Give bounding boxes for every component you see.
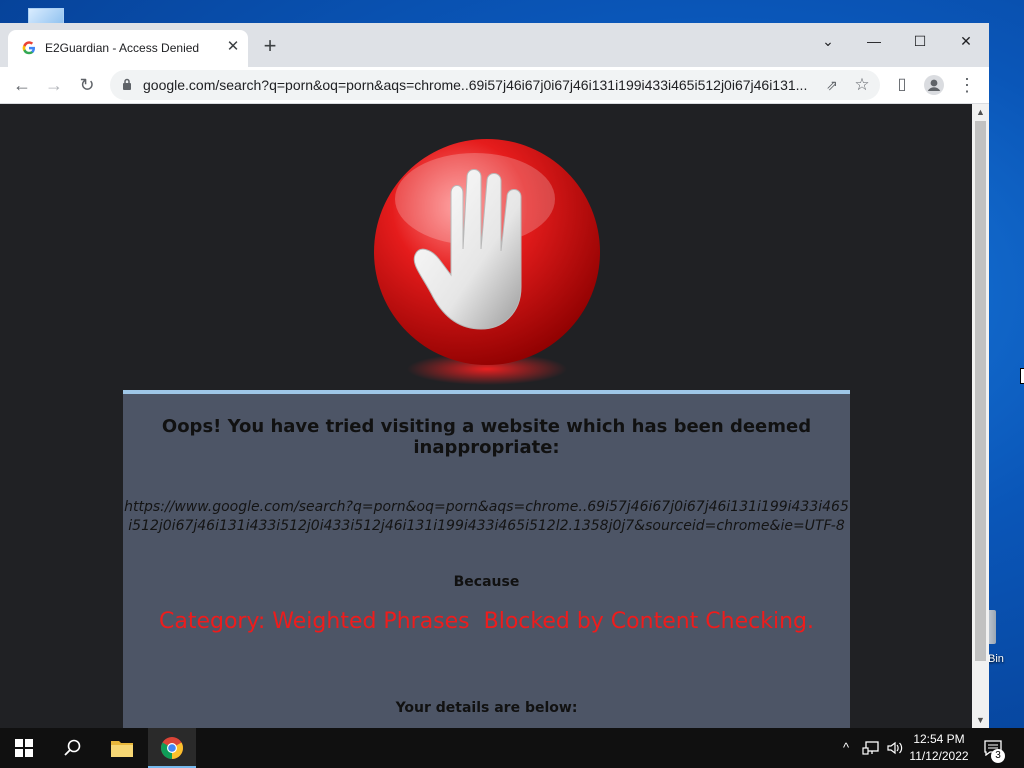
- scroll-down-icon[interactable]: ▼: [972, 712, 989, 728]
- denied-heading: Oops! You have tried visiting a website …: [161, 416, 812, 458]
- chrome-taskbar-button[interactable]: [148, 728, 196, 768]
- start-icon: [15, 739, 33, 757]
- block-category: Category: Weighted Phrases Blocked by Co…: [159, 609, 814, 634]
- notification-count-badge: 3: [991, 749, 1005, 763]
- side-panel-icon[interactable]: ▯: [890, 73, 914, 97]
- new-tab-button[interactable]: +: [258, 35, 282, 59]
- browser-toolbar: ← → ↻ google.com/search?q=porn&oq=porn&a…: [0, 67, 989, 104]
- minimize-button[interactable]: —: [858, 29, 890, 53]
- taskbar-clock[interactable]: 12:54 PM 11/12/2022: [906, 731, 972, 765]
- volume-icon[interactable]: [884, 738, 906, 758]
- because-label: Because: [453, 574, 520, 590]
- maximize-button[interactable]: ☐: [904, 29, 936, 53]
- page-viewport: Oops! You have tried visiting a website …: [1, 104, 972, 728]
- clock-time: 12:54 PM: [913, 732, 965, 746]
- tab-title: E2Guardian - Access Denied: [45, 41, 200, 55]
- tab-strip: E2Guardian - Access Denied ✕ + ⌄ — ☐ ✕: [0, 23, 989, 67]
- search-icon: [64, 739, 81, 756]
- recycle-bin-shortcut[interactable]: Bin: [984, 606, 1020, 670]
- address-url[interactable]: google.com/search?q=porn&oq=porn&aqs=chr…: [143, 77, 818, 93]
- share-icon[interactable]: ⇗: [821, 74, 843, 96]
- profile-icon[interactable]: [922, 73, 946, 97]
- scrollbar-thumb[interactable]: [975, 121, 986, 661]
- chrome-menu-icon[interactable]: ⋮: [955, 73, 979, 97]
- file-explorer-icon: [111, 741, 133, 757]
- browser-window: E2Guardian - Access Denied ✕ + ⌄ — ☐ ✕ ←…: [0, 23, 989, 728]
- back-button[interactable]: ←: [10, 73, 34, 97]
- tab-access-denied[interactable]: E2Guardian - Access Denied ✕: [8, 30, 248, 67]
- recycle-bin-label: Bin: [988, 653, 1004, 665]
- forward-button[interactable]: →: [42, 73, 66, 97]
- taskbar-search-button[interactable]: [48, 728, 96, 768]
- reload-button[interactable]: ↻: [75, 73, 99, 97]
- details-label: Your details are below:: [395, 700, 578, 716]
- lock-icon[interactable]: [122, 78, 132, 90]
- file-explorer-button[interactable]: [98, 728, 146, 768]
- start-button[interactable]: [0, 728, 48, 768]
- tray-overflow-chevron-icon[interactable]: ^: [838, 738, 854, 758]
- tab-search-button[interactable]: ⌄: [812, 29, 844, 53]
- stop-hand-icon: [374, 139, 600, 385]
- scroll-up-icon[interactable]: ▲: [972, 104, 989, 120]
- network-icon[interactable]: [860, 738, 882, 758]
- access-denied-panel: Oops! You have tried visiting a website …: [123, 390, 850, 728]
- vertical-scrollbar[interactable]: ▲ ▼: [972, 104, 989, 728]
- address-bar[interactable]: google.com/search?q=porn&oq=porn&aqs=chr…: [110, 70, 880, 100]
- taskbar: ^ 12:54 PM 11/12/2022 3: [0, 728, 1024, 768]
- tab-close-icon[interactable]: ✕: [224, 38, 242, 56]
- google-g-icon: [22, 41, 35, 55]
- blocked-url: https://www.google.com/search?q=porn&oq=…: [124, 499, 849, 534]
- mouse-cursor: [1020, 368, 1024, 384]
- close-window-button[interactable]: ✕: [950, 29, 982, 53]
- bookmark-star-icon[interactable]: ☆: [851, 74, 873, 96]
- chrome-icon: [161, 737, 183, 759]
- clock-date: 11/12/2022: [909, 749, 969, 763]
